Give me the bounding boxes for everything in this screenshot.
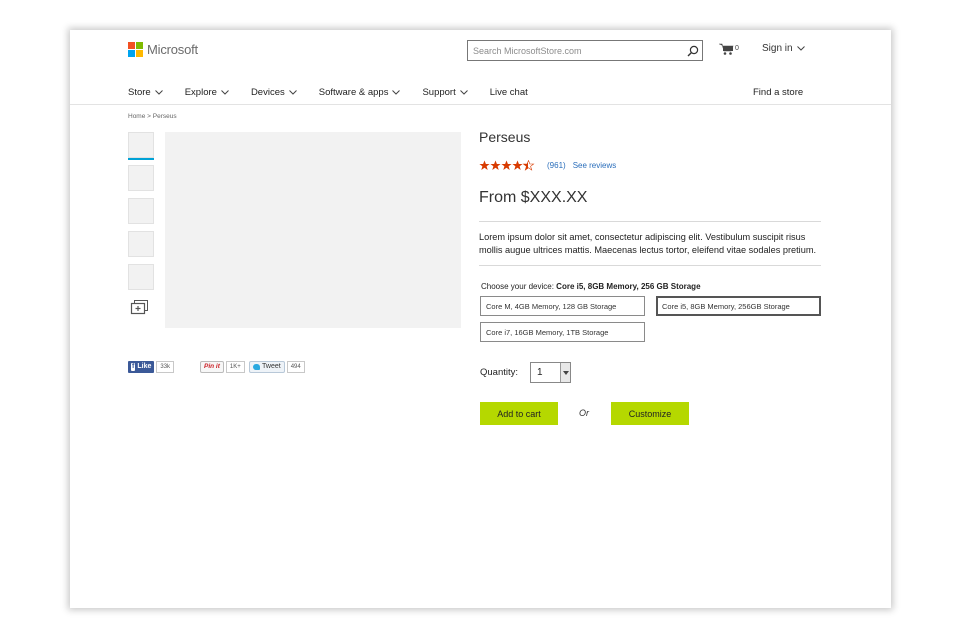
divider [479, 265, 821, 266]
nav-item-store[interactable]: Store [128, 87, 163, 98]
customize-button[interactable]: Customize [611, 402, 689, 425]
device-option-core-m[interactable]: Core M, 4GB Memory, 128 GB Storage [480, 296, 645, 316]
divider [479, 221, 821, 222]
star-rating-icon [479, 160, 535, 171]
product-price: From $XXX.XX [479, 189, 588, 206]
facebook-like-widget: f Like 33k [128, 360, 175, 373]
nav-item-label: Store [128, 87, 151, 98]
browser-page: Microsoft 0 Sign in Store Explore Device… [70, 30, 891, 608]
rating-count-link[interactable]: (961) [547, 161, 566, 170]
gallery-thumbnail[interactable] [128, 132, 154, 158]
gallery-thumbnail[interactable] [128, 231, 154, 257]
nav-item-software-apps[interactable]: Software & apps [319, 87, 401, 98]
nav-divider [70, 104, 891, 105]
tweet-label: Tweet [262, 363, 281, 370]
facebook-like-count: 33k [156, 360, 175, 373]
dropdown-arrow-icon [560, 363, 570, 382]
device-option-label: Core i7, 16GB Memory, 1TB Storage [486, 327, 609, 337]
chevron-down-icon [288, 90, 297, 95]
pin-count: 1K+ [225, 360, 245, 373]
quantity-label: Quantity: [480, 367, 519, 378]
choose-device-label: Choose your device: [481, 282, 554, 291]
search-input[interactable] [468, 41, 684, 60]
thumbnail-active-indicator [128, 158, 154, 160]
breadcrumb[interactable]: Home > Perseus [128, 113, 177, 120]
nav-item-explore[interactable]: Explore [185, 87, 229, 98]
brand-name: Microsoft [147, 42, 198, 57]
nav-item-label: Software & apps [318, 87, 389, 98]
product-description: Lorem ipsum dolor sit amet, consectetur … [479, 232, 817, 255]
tweet-button[interactable]: Tweet [249, 360, 285, 373]
chevron-down-icon [459, 90, 468, 95]
twitter-widget: Tweet 494 [249, 360, 305, 373]
device-choice-label: Choose your device: Core i5, 8GB Memory,… [481, 282, 701, 291]
add-to-cart-button[interactable]: Add to cart [480, 402, 558, 425]
find-a-store-link[interactable]: Find a store [753, 87, 803, 98]
nav-item-label: Support [422, 87, 456, 98]
chevron-down-icon [392, 90, 401, 95]
gallery-expand-icon[interactable] [130, 299, 150, 315]
nav-item-live-chat[interactable]: Live chat [490, 87, 528, 98]
pinterest-widget: Pin it 1K+ [200, 360, 245, 373]
cart-icon [719, 43, 734, 55]
product-title: Perseus [479, 129, 531, 145]
windows-logo-icon [128, 42, 143, 57]
tweet-count: 494 [286, 360, 305, 373]
nav-item-label: Live chat [489, 87, 528, 98]
chosen-device-value: Core i5, 8GB Memory, 256 GB Storage [556, 282, 701, 291]
gallery-thumbnail[interactable] [128, 165, 154, 191]
pin-it-label: Pin it [204, 363, 220, 370]
facebook-like-label: Like [137, 363, 152, 370]
product-main-image [165, 132, 461, 328]
product-rating: (961) See reviews [479, 160, 616, 171]
facebook-icon: f [131, 362, 136, 371]
quantity-value: 1 [537, 367, 543, 378]
cart-button[interactable]: 0 [719, 43, 739, 55]
cart-count: 0 [735, 45, 739, 52]
chevron-down-icon [796, 46, 805, 51]
device-option-core-i7[interactable]: Core i7, 16GB Memory, 1TB Storage [480, 322, 645, 342]
search-box [467, 40, 703, 61]
device-option-core-i5[interactable]: Core i5, 8GB Memory, 256GB Storage [656, 296, 821, 316]
sign-in-button[interactable]: Sign in [762, 43, 805, 54]
search-icon[interactable] [684, 42, 702, 60]
twitter-bird-icon [253, 363, 260, 370]
nav-item-devices[interactable]: Devices [251, 87, 297, 98]
gallery-thumbnail[interactable] [128, 264, 154, 290]
quantity-select[interactable]: 1 [530, 362, 571, 383]
gallery-thumbnail[interactable] [128, 198, 154, 224]
chevron-down-icon [221, 90, 229, 95]
sign-in-label: Sign in [762, 43, 793, 54]
facebook-like-button[interactable]: f Like [128, 360, 155, 373]
pin-it-button[interactable]: Pin it [200, 360, 224, 373]
or-separator: Or [579, 408, 589, 418]
nav-item-label: Devices [250, 87, 285, 98]
main-nav: Store Explore Devices Software & apps Su… [128, 87, 550, 98]
device-option-label: Core M, 4GB Memory, 128 GB Storage [486, 301, 617, 311]
nav-item-label: Explore [184, 87, 217, 98]
device-option-label: Core i5, 8GB Memory, 256GB Storage [662, 301, 790, 311]
chevron-down-icon [154, 90, 163, 95]
nav-item-support[interactable]: Support [422, 87, 468, 98]
microsoft-logo[interactable]: Microsoft [128, 42, 198, 57]
see-reviews-link[interactable]: See reviews [573, 161, 617, 170]
